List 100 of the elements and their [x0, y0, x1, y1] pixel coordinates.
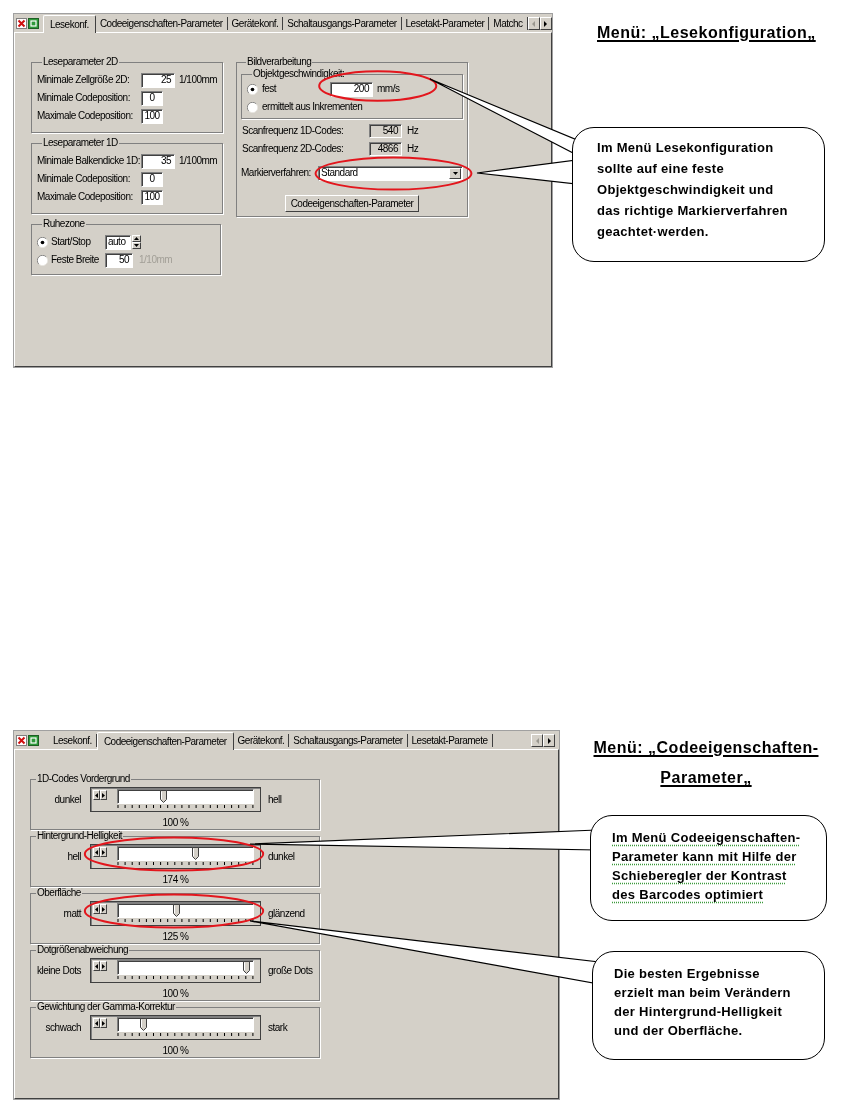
field-label: Minimale Balkendicke 1D: [37, 155, 141, 167]
slider-control[interactable] [90, 958, 261, 983]
step-left-button[interactable] [93, 1018, 100, 1028]
input-field[interactable]: 100 [141, 108, 163, 124]
radio-button[interactable] [247, 83, 258, 95]
dropdown-button[interactable] [449, 167, 461, 179]
field-label: Minimale Zellgröße 2D: [37, 74, 130, 86]
field-label: Markierverfahren: [241, 167, 311, 179]
slider-track[interactable] [117, 1017, 254, 1032]
unit-label: mm/s [377, 83, 400, 95]
tile-icon[interactable] [28, 18, 39, 29]
radio-button[interactable] [37, 254, 48, 266]
tile-icon[interactable] [28, 735, 39, 746]
tab[interactable]: Codeeigenschaften-Parameter [96, 732, 234, 750]
caret-left-icon [95, 1020, 98, 1026]
caret-left-icon [95, 849, 98, 855]
close-icon[interactable] [16, 735, 27, 746]
parameters-button[interactable]: Codeeigenschaften-Parameter [284, 195, 420, 212]
caret-right-icon [547, 737, 551, 744]
group-title: Bildverarbeitung [246, 56, 313, 68]
spin-down-button[interactable] [132, 242, 141, 249]
field-label: Maximale Codeposition: [37, 110, 133, 122]
radio-label: Feste Breite [51, 254, 99, 266]
slider-track[interactable] [117, 960, 254, 975]
slider-thumb[interactable] [173, 904, 181, 917]
slider-control[interactable] [90, 901, 261, 926]
input-field[interactable]: 35 [141, 153, 175, 169]
slider-control[interactable] [90, 787, 261, 812]
scroll-right-button[interactable] [543, 734, 555, 747]
input-field[interactable]: 100 [141, 189, 163, 205]
slider-min-label: matt [63, 907, 81, 920]
input-field[interactable]: 50 [105, 252, 133, 268]
step-right-button[interactable] [100, 790, 107, 800]
tab[interactable]: Gerätekonf. [227, 17, 284, 30]
input-field[interactable]: 25 [141, 72, 175, 88]
radio-button[interactable] [247, 101, 258, 113]
input-field[interactable]: 200 [330, 81, 373, 97]
unit-label: 1/100mm [179, 74, 218, 86]
caret-right-icon [102, 906, 105, 912]
slider-min-label: dunkel [54, 793, 81, 806]
tab[interactable]: Lesekonf. [49, 734, 97, 747]
slider-thumb[interactable] [139, 1018, 147, 1031]
dropdown[interactable]: Standard [318, 165, 463, 181]
menu-heading: Menü: „Lesekonfiguration„ [596, 23, 817, 42]
group-title: 1D-Codes Vordergrund [36, 773, 131, 785]
radio-button[interactable] [37, 236, 48, 248]
readout-field: 4866 [369, 142, 402, 156]
slider-reading: 125 % [161, 931, 190, 943]
slider-min-label: kleine Dots [37, 964, 81, 977]
caret-right-icon [102, 792, 105, 798]
slider-track[interactable] [117, 789, 254, 804]
slider-thumb[interactable] [243, 961, 251, 974]
field-label: Minimale Codeposition: [37, 173, 130, 185]
step-right-button[interactable] [100, 847, 107, 857]
step-left-button[interactable] [93, 961, 100, 971]
input-field[interactable]: 0 [141, 171, 163, 187]
callout-text: Im Menü Lesekonfiguration sollte auf eine feste Objektgeschwindigkeit und das richtige Markierverfahren geachtet·werden. [597, 139, 789, 241]
caret-left-icon [95, 906, 98, 912]
tab[interactable]: Gerätekonf. [233, 734, 290, 747]
field-label: Scanfrequenz 2D-Codes: [242, 143, 344, 155]
slider-reading: 100 % [161, 988, 190, 1000]
step-right-button[interactable] [100, 1018, 107, 1028]
slider-track[interactable] [117, 846, 254, 861]
tab[interactable]: Schaltausgangs-Parameter [283, 17, 402, 30]
input-field[interactable]: 0 [141, 90, 163, 106]
slider-reading: 100 % [161, 817, 190, 829]
caret-left-icon [532, 20, 536, 27]
tab[interactable]: Lesetakt-Paramete [407, 734, 493, 747]
caret-right-icon [102, 849, 105, 855]
tab[interactable]: Lesekonf. [43, 15, 96, 33]
caret-down-icon [452, 171, 458, 175]
group-title: Leseparameter 2D [42, 56, 119, 68]
tab[interactable]: Lesetakt-Parameter [401, 17, 490, 30]
unit-label: Hz [407, 143, 419, 155]
group-title: Leseparameter 1D [42, 137, 119, 149]
slider-max-label: hell [268, 793, 282, 806]
tab[interactable]: Schaltausgangs-Parameter [289, 734, 408, 747]
slider-thumb[interactable] [160, 790, 168, 803]
group-title: Objektgeschwindigkeit: [252, 68, 346, 80]
unit-label: 1/100mm [179, 155, 218, 167]
slider-max-label: glänzend [268, 907, 305, 920]
slider-control[interactable] [90, 844, 261, 869]
step-right-button[interactable] [100, 961, 107, 971]
slider-min-label: schwach [45, 1021, 81, 1034]
callout-text: Die besten Ergebnisse erzielt man beim Verändern der Hintergrund-Helligkeit und der Oberfläche. [614, 965, 792, 1040]
slider-max-label: dunkel [268, 850, 295, 863]
radio-label: Start/Stop [51, 236, 91, 248]
group-title: Dotgrößenabweichung [36, 944, 130, 956]
step-left-button[interactable] [93, 790, 100, 800]
spin-field[interactable]: auto [105, 234, 131, 250]
slider-track[interactable] [117, 903, 254, 918]
step-right-button[interactable] [100, 904, 107, 914]
tab[interactable]: Codeeigenschaften-Parameter [95, 17, 228, 30]
slider-max-label: stark [268, 1021, 288, 1034]
slider-control[interactable] [90, 1015, 261, 1040]
tab[interactable]: Matchc [489, 17, 528, 30]
slider-thumb[interactable] [192, 847, 200, 860]
field-label: Maximale Codeposition: [37, 191, 133, 203]
close-icon[interactable] [16, 18, 27, 29]
field-label: Minimale Codeposition: [37, 92, 130, 104]
